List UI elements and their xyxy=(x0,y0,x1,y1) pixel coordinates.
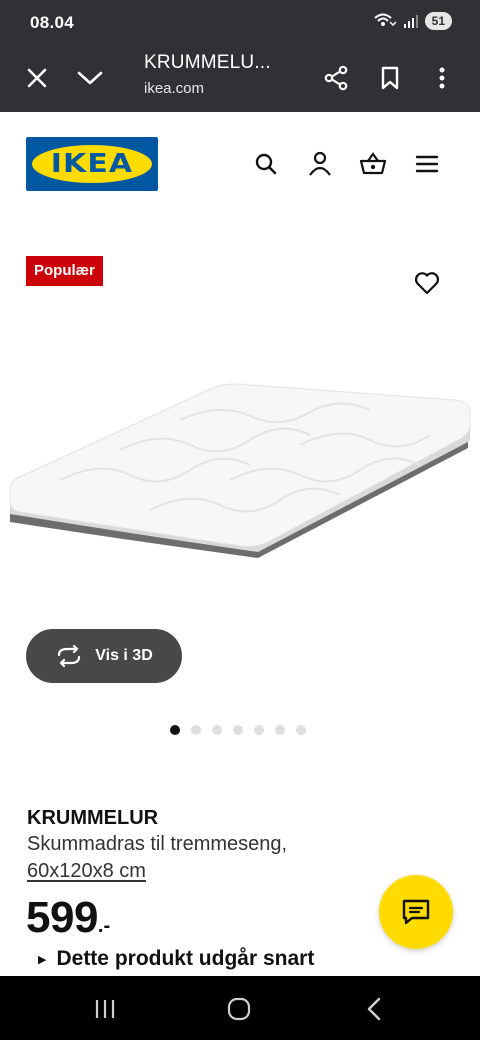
status-time: 08.04 xyxy=(30,13,75,32)
battery-icon: 51 xyxy=(424,12,452,30)
browser-page-title[interactable]: KRUMMELU... xyxy=(144,52,271,74)
logo-text: IKEA xyxy=(50,149,134,179)
gallery-dot[interactable] xyxy=(296,725,306,735)
signal-icon xyxy=(403,15,418,28)
gallery-dot[interactable] xyxy=(254,725,264,735)
browser-url[interactable]: ikea.com xyxy=(144,80,204,97)
bookmark-icon[interactable] xyxy=(370,58,410,98)
favorite-heart-icon[interactable] xyxy=(410,266,444,300)
product-price: 599 .- xyxy=(26,893,110,943)
discontinued-notice-label: Dette produkt udgår snart xyxy=(56,947,315,970)
gallery-pagination xyxy=(170,725,306,735)
basket-icon[interactable] xyxy=(357,148,389,180)
price-value: 599 xyxy=(26,893,98,942)
chevron-down-icon[interactable] xyxy=(70,58,110,98)
gallery-dot[interactable] xyxy=(233,725,243,735)
chat-icon xyxy=(402,899,430,925)
product-image-mattress[interactable] xyxy=(0,330,480,630)
profile-icon[interactable] xyxy=(304,148,336,180)
more-vert-icon[interactable] xyxy=(422,58,462,98)
system-nav-bar xyxy=(0,976,480,1040)
product-name: KRUMMELUR xyxy=(27,807,159,829)
view-in-3d-button[interactable]: Vis i 3D xyxy=(26,629,182,683)
price-suffix: .- xyxy=(97,915,111,937)
back-icon[interactable] xyxy=(354,994,394,1024)
chat-button[interactable] xyxy=(379,875,453,949)
product-description: Skummadras til tremmeseng, xyxy=(27,833,288,855)
status-icons: 51 xyxy=(373,12,452,30)
home-icon[interactable] xyxy=(219,994,259,1024)
gallery-dot[interactable] xyxy=(275,725,285,735)
gallery-dot[interactable] xyxy=(191,725,201,735)
view-in-3d-label: Vis i 3D xyxy=(95,647,153,664)
discontinued-notice[interactable]: ▶ Dette produkt udgår snart xyxy=(38,947,314,971)
recent-apps-icon[interactable] xyxy=(85,994,125,1024)
status-bar: 08.04 51 xyxy=(0,0,480,46)
search-icon[interactable] xyxy=(250,148,282,180)
gallery-dot[interactable] xyxy=(212,725,222,735)
rotate-3d-icon xyxy=(58,645,81,667)
triangle-right-icon: ▶ xyxy=(38,953,47,966)
gallery-dot[interactable] xyxy=(170,725,180,735)
wifi-calling-icon xyxy=(373,13,397,27)
browser-toolbar: KRUMMELU... ikea.com xyxy=(0,46,480,112)
popular-badge: Populær xyxy=(26,256,103,286)
product-size-link[interactable]: 60x120x8 cm xyxy=(27,860,146,883)
close-icon[interactable] xyxy=(17,58,57,98)
share-icon[interactable] xyxy=(316,58,356,98)
ikea-logo[interactable]: IKEA xyxy=(26,137,158,191)
menu-icon[interactable] xyxy=(411,148,443,180)
